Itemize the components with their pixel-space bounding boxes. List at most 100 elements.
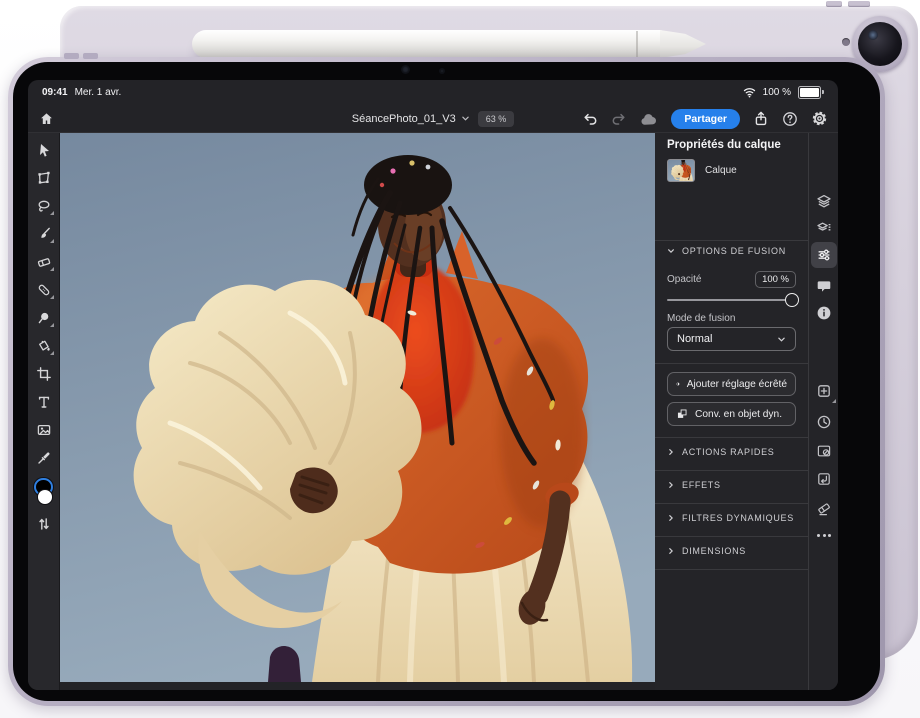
chevron-right-icon bbox=[667, 481, 675, 489]
cleanup-button[interactable] bbox=[811, 496, 837, 522]
section-label: EFFETS bbox=[682, 480, 721, 490]
chevron-right-icon bbox=[667, 514, 675, 522]
divider bbox=[655, 437, 808, 438]
chevron-right-icon bbox=[667, 448, 675, 456]
rear-volume-button bbox=[826, 1, 842, 7]
add-layer-button[interactable] bbox=[811, 378, 837, 404]
front-camera bbox=[402, 66, 409, 73]
layer-mask-icon bbox=[816, 443, 832, 459]
rear-camera-glint bbox=[868, 30, 878, 40]
blend-options-label: OPTIONS DE FUSION bbox=[682, 246, 786, 256]
front-volume-button-2 bbox=[83, 53, 98, 59]
chevron-right-icon bbox=[667, 547, 675, 555]
photoshop-app-screen: 09:41 Mer. 1 avr. 100 % bbox=[28, 80, 838, 690]
section-label: ACTIONS RAPIDES bbox=[682, 447, 775, 457]
document-menu[interactable]: SéancePhoto_01_V3 bbox=[352, 113, 470, 125]
layer-properties-panel: Propriétés du calque Calque OPTIONS DE F… bbox=[655, 133, 808, 690]
chevron-down-icon bbox=[667, 247, 675, 255]
share-button[interactable]: Partager bbox=[671, 109, 740, 129]
divider bbox=[655, 470, 808, 471]
type-tool[interactable] bbox=[34, 394, 54, 410]
opacity-value[interactable]: 100 % bbox=[755, 271, 796, 288]
marketing-scene: { "status_bar": { "time": "09:41", "date… bbox=[0, 0, 920, 718]
opacity-slider[interactable] bbox=[667, 299, 796, 301]
undo-icon[interactable] bbox=[582, 111, 598, 127]
brush-tool[interactable] bbox=[34, 226, 54, 242]
blend-mode-value: Normal bbox=[677, 333, 712, 345]
section-dimensions[interactable]: DIMENSIONS bbox=[667, 546, 746, 556]
cleanup-eraser-icon bbox=[816, 501, 832, 517]
divider bbox=[655, 569, 808, 570]
more-icon bbox=[817, 534, 831, 537]
zoom-level-badge[interactable]: 63 % bbox=[478, 111, 515, 127]
section-effets[interactable]: EFFETS bbox=[667, 480, 721, 490]
help-icon[interactable] bbox=[782, 111, 798, 127]
apple-pencil-seam bbox=[636, 31, 638, 57]
redo-icon[interactable] bbox=[611, 111, 627, 127]
opacity-slider-knob[interactable] bbox=[785, 293, 799, 307]
move-tool[interactable] bbox=[34, 142, 54, 158]
transform-tool[interactable] bbox=[34, 170, 54, 186]
healing-brush-tool[interactable] bbox=[34, 282, 54, 298]
adjustments-button[interactable] bbox=[811, 242, 837, 268]
sliders-icon bbox=[816, 247, 832, 263]
adjustment-icon bbox=[676, 378, 680, 390]
layers-panel-button[interactable] bbox=[811, 188, 837, 214]
rear-camera-lens bbox=[858, 22, 902, 66]
layers-icon bbox=[816, 193, 832, 209]
convert-smart-object-button[interactable]: Conv. en objet dyn. bbox=[667, 402, 796, 426]
document-name: SéancePhoto_01_V3 bbox=[352, 113, 456, 125]
send-to-back-button[interactable] bbox=[811, 466, 837, 492]
rear-camera-mic bbox=[842, 38, 850, 46]
layer-row[interactable]: Calque bbox=[667, 159, 737, 182]
section-actions-rapides[interactable]: ACTIONS RAPIDES bbox=[667, 447, 775, 457]
section-filtres-dynamiques[interactable]: FILTRES DYNAMIQUES bbox=[667, 513, 794, 523]
add-clipped-adjustment-button[interactable]: Ajouter réglage écrêté bbox=[667, 372, 796, 396]
color-swatches[interactable] bbox=[34, 478, 54, 504]
eyedropper-tool[interactable] bbox=[34, 450, 54, 466]
info-icon bbox=[816, 305, 832, 321]
add-layer-icon bbox=[816, 383, 832, 399]
apple-pencil bbox=[192, 30, 664, 58]
section-label: DIMENSIONS bbox=[682, 546, 746, 556]
history-button[interactable] bbox=[811, 409, 837, 435]
settings-gear-icon[interactable] bbox=[811, 110, 828, 127]
fill-tool[interactable] bbox=[34, 338, 54, 354]
smart-object-icon bbox=[676, 408, 688, 420]
status-time: 09:41 bbox=[42, 87, 68, 98]
layer-mask-button[interactable] bbox=[811, 438, 837, 464]
crop-tool[interactable] bbox=[34, 366, 54, 382]
status-bar: 09:41 Mer. 1 avr. 100 % bbox=[28, 80, 838, 104]
cloud-sync-icon[interactable] bbox=[640, 112, 658, 126]
layer-thumbnail bbox=[667, 159, 695, 182]
divider bbox=[655, 363, 808, 364]
panel-title: Propriétés du calque bbox=[667, 139, 781, 151]
lasso-tool[interactable] bbox=[34, 198, 54, 214]
layer-properties-button[interactable] bbox=[811, 215, 837, 241]
blend-mode-label: Mode de fusion bbox=[667, 313, 735, 324]
eraser-tool[interactable] bbox=[34, 254, 54, 270]
comment-icon bbox=[816, 278, 832, 294]
divider bbox=[655, 536, 808, 537]
wifi-icon bbox=[743, 87, 756, 98]
clone-stamp-tool[interactable] bbox=[34, 310, 54, 326]
titlebar-actions: Partager bbox=[582, 104, 828, 133]
divider bbox=[655, 240, 808, 241]
more-options-button[interactable] bbox=[811, 522, 837, 548]
document-canvas[interactable] bbox=[60, 133, 655, 682]
status-date: Mer. 1 avr. bbox=[75, 87, 122, 98]
task-rail bbox=[808, 133, 838, 690]
compare-tool[interactable] bbox=[34, 516, 54, 532]
export-icon[interactable] bbox=[753, 111, 769, 127]
rear-power-button bbox=[848, 1, 870, 7]
blend-options-header[interactable]: OPTIONS DE FUSION bbox=[667, 246, 786, 256]
battery-percent: 100 % bbox=[763, 87, 791, 98]
front-volume-button-1 bbox=[64, 53, 79, 59]
convert-smart-object-label: Conv. en objet dyn. bbox=[695, 409, 782, 420]
chevron-down-icon bbox=[777, 335, 786, 344]
battery-icon bbox=[798, 86, 824, 99]
blend-mode-dropdown[interactable]: Normal bbox=[667, 327, 796, 351]
info-button[interactable] bbox=[811, 300, 837, 326]
comments-button[interactable] bbox=[811, 273, 837, 299]
place-photo-tool[interactable] bbox=[34, 422, 54, 438]
